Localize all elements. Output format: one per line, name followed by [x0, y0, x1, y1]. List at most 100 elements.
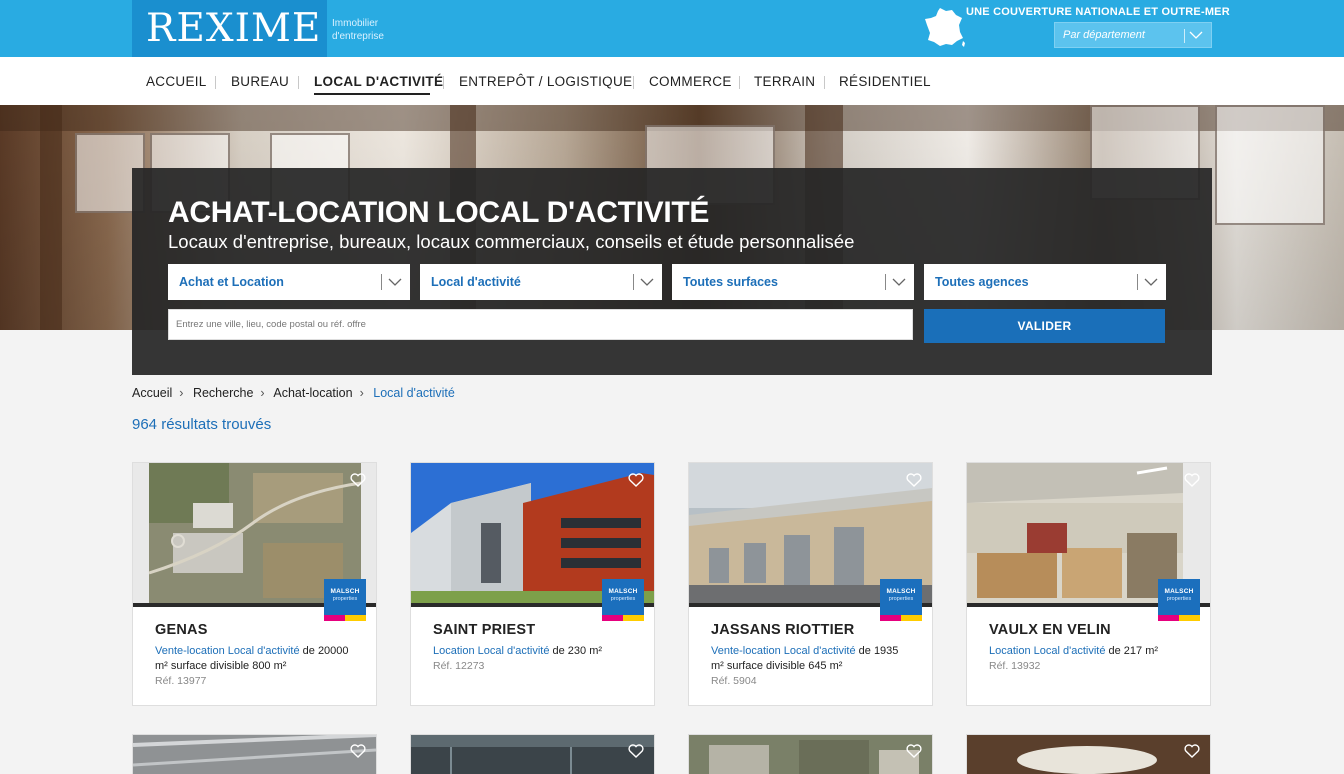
listing-ref: Réf. 13977 — [155, 675, 207, 687]
department-select-value: Par département — [1063, 29, 1145, 41]
select-separator — [885, 274, 886, 290]
listing-card[interactable] — [132, 734, 377, 774]
select-separator — [1184, 29, 1185, 43]
top-bar: REXIME Immobilier d'entreprise UNE COUVE… — [0, 0, 1344, 57]
nav-item-bureau[interactable]: BUREAU — [231, 74, 289, 89]
agency-badge-logo: MALSCH properties — [1158, 579, 1200, 621]
listing-ref: Réf. 13932 — [989, 660, 1041, 672]
page-subtitle: Locaux d'entreprise, bureaux, locaux com… — [168, 231, 855, 252]
agency-badge-stripe — [324, 615, 366, 621]
france-map-icon — [925, 8, 965, 47]
favorite-heart-icon[interactable] — [906, 473, 922, 487]
favorite-heart-icon[interactable] — [1184, 473, 1200, 487]
breadcrumb-current: Local d'activité — [373, 386, 455, 400]
listing-photo — [689, 735, 932, 774]
select-value: Local d'activité — [431, 275, 521, 289]
agency-badge-sub: properties — [888, 596, 914, 602]
listing-card[interactable] — [688, 734, 933, 774]
listing-city[interactable]: VAULX EN VELIN — [989, 622, 1111, 638]
listing-details: de 230 m² — [549, 645, 603, 657]
agency-select[interactable]: Toutes agences — [924, 264, 1166, 300]
favorite-heart-icon[interactable] — [906, 744, 922, 758]
agency-badge-sub: properties — [1166, 596, 1192, 602]
listing-city[interactable]: JASSANS RIOTTIER — [711, 622, 854, 638]
breadcrumb-separator: › — [359, 386, 364, 400]
property-type-select[interactable]: Local d'activité — [420, 264, 662, 300]
listing-card[interactable] — [966, 734, 1211, 774]
search-panel: ACHAT-LOCATION LOCAL D'ACTIVITÉ Locaux d… — [132, 168, 1212, 375]
department-select[interactable]: Par département — [1054, 22, 1212, 48]
hero-window — [1215, 105, 1325, 225]
logo-tagline: Immobilier d'entreprise — [332, 17, 384, 43]
listing-type-link[interactable]: Vente-location Local d'activité — [155, 645, 300, 657]
active-nav-underline — [314, 93, 430, 95]
listing-photo — [133, 735, 376, 774]
listing-description: Vente-location Local d'activité de 1935 … — [711, 644, 911, 689]
listing-card[interactable]: MALSCH properties SAINT PRIEST Location … — [410, 462, 655, 706]
agency-badge-logo: MALSCH properties — [880, 579, 922, 621]
location-search-input[interactable] — [168, 309, 913, 340]
breadcrumb-separator: › — [179, 386, 184, 400]
select-separator — [633, 274, 634, 290]
listing-type-link[interactable]: Location Local d'activité — [989, 645, 1105, 657]
listing-photo — [967, 735, 1210, 774]
listing-description: Vente-location Local d'activité de 20000… — [155, 644, 355, 689]
nav-item-accueil[interactable]: ACCUEIL — [146, 74, 207, 89]
agency-badge-name: MALSCH — [608, 588, 638, 595]
breadcrumb-link-recherche[interactable]: Recherche — [193, 386, 253, 400]
listing-card[interactable]: MALSCH properties GENAS Vente-location L… — [132, 462, 377, 706]
listing-card[interactable]: MALSCH properties JASSANS RIOTTIER Vente… — [688, 462, 933, 706]
breadcrumb-separator: › — [260, 386, 265, 400]
breadcrumb-link-accueil[interactable]: Accueil — [132, 386, 172, 400]
select-value: Toutes agences — [935, 275, 1029, 289]
listing-type-link[interactable]: Location Local d'activité — [433, 645, 549, 657]
listing-ref: Réf. 5904 — [711, 675, 757, 687]
nav-item-entrepot[interactable]: ENTREPÔT / LOGISTIQUE — [459, 74, 632, 89]
agency-badge-name: MALSCH — [330, 588, 360, 595]
transaction-select[interactable]: Achat et Location — [168, 264, 410, 300]
main-nav: ACCUEIL BUREAU LOCAL D'ACTIVITÉ ENTREPÔT… — [0, 57, 1344, 105]
agency-badge-logo: MALSCH properties — [602, 579, 644, 621]
select-separator — [1137, 274, 1138, 290]
listing-description: Location Local d'activité de 217 m² Réf.… — [989, 644, 1189, 674]
nav-item-residentiel[interactable]: RÉSIDENTIEL — [839, 74, 931, 89]
tagline-line-2: d'entreprise — [332, 31, 384, 42]
agency-badge-logo: MALSCH properties — [324, 579, 366, 621]
listing-city[interactable]: GENAS — [155, 622, 208, 638]
logo-text: REXIME — [146, 6, 322, 51]
favorite-heart-icon[interactable] — [628, 473, 644, 487]
coverage-text: UNE COUVERTURE NATIONALE ET OUTRE-MER — [966, 6, 1230, 18]
agency-badge-sub: properties — [332, 596, 358, 602]
chevron-down-icon — [640, 278, 654, 286]
favorite-heart-icon[interactable] — [350, 473, 366, 487]
listing-card[interactable]: MALSCH properties VAULX EN VELIN Locatio… — [966, 462, 1211, 706]
agency-badge-stripe — [602, 615, 644, 621]
agency-badge-sub: properties — [610, 596, 636, 602]
breadcrumb: Accueil › Recherche › Achat-location › Loca… — [132, 386, 459, 400]
breadcrumb-link-achat-location[interactable]: Achat-location — [273, 386, 352, 400]
surface-select[interactable]: Toutes surfaces — [672, 264, 914, 300]
agency-badge-name: MALSCH — [1164, 588, 1194, 595]
tagline-line-1: Immobilier — [332, 18, 379, 29]
listing-description: Location Local d'activité de 230 m² Réf.… — [433, 644, 633, 674]
select-separator — [381, 274, 382, 290]
nav-item-terrain[interactable]: TERRAIN — [754, 74, 815, 89]
listing-ref: Réf. 12273 — [433, 660, 485, 672]
listing-type-link[interactable]: Vente-location Local d'activité — [711, 645, 856, 657]
chevron-down-icon — [388, 278, 402, 286]
nav-separator — [739, 76, 740, 89]
chevron-down-icon — [1189, 31, 1203, 39]
nav-item-local-activite[interactable]: LOCAL D'ACTIVITÉ — [314, 74, 443, 89]
nav-separator — [298, 76, 299, 89]
results-count: 964 résultats trouvés — [132, 416, 272, 433]
submit-search-button[interactable]: VALIDER — [924, 309, 1165, 343]
nav-item-commerce[interactable]: COMMERCE — [649, 74, 732, 89]
favorite-heart-icon[interactable] — [1184, 744, 1200, 758]
listing-city[interactable]: SAINT PRIEST — [433, 622, 535, 638]
page-title: ACHAT-LOCATION LOCAL D'ACTIVITÉ — [168, 196, 710, 229]
listing-card[interactable] — [410, 734, 655, 774]
favorite-heart-icon[interactable] — [628, 744, 644, 758]
logo[interactable]: REXIME — [132, 0, 327, 57]
chevron-down-icon — [892, 278, 906, 286]
favorite-heart-icon[interactable] — [350, 744, 366, 758]
